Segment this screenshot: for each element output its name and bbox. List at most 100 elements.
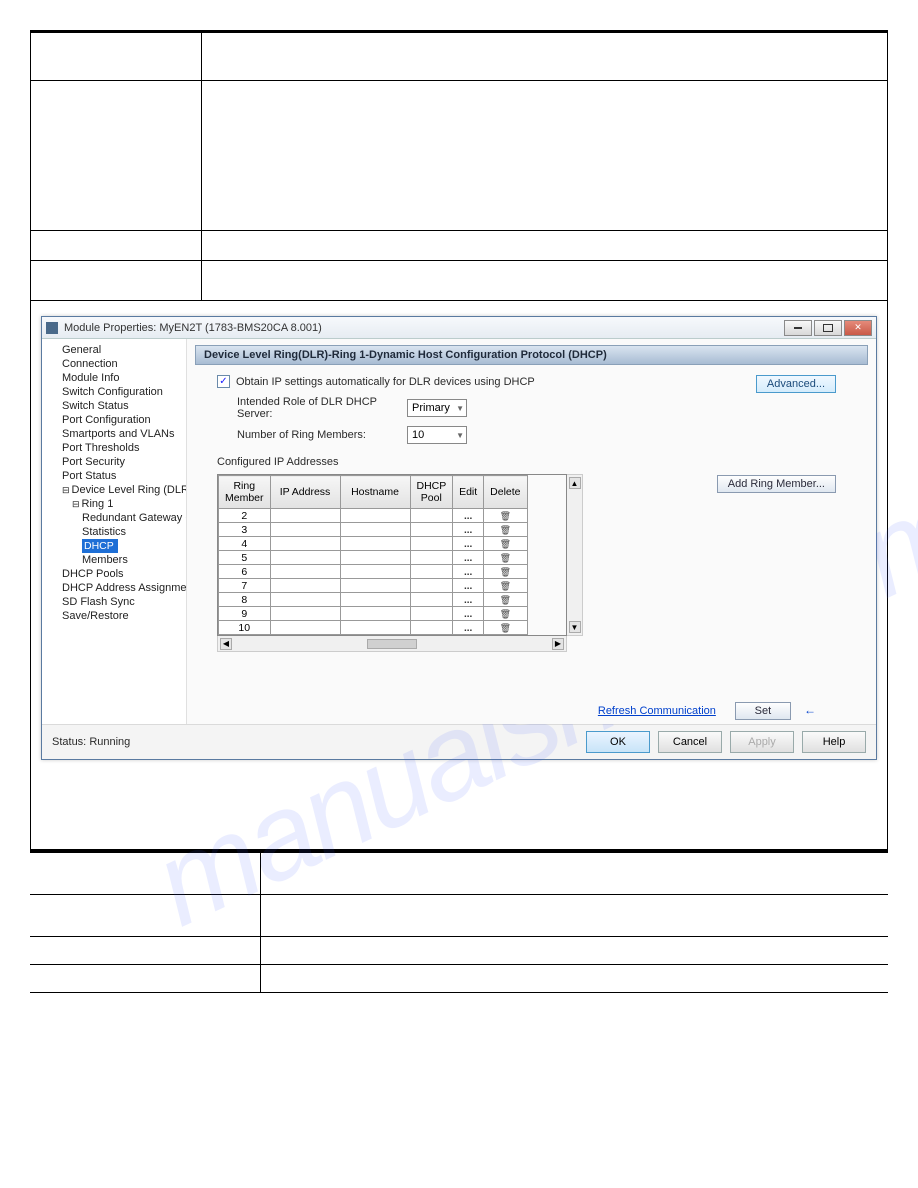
advanced-button[interactable]: Advanced... bbox=[756, 375, 836, 393]
maximize-button[interactable] bbox=[814, 320, 842, 336]
edit-icon[interactable] bbox=[464, 510, 472, 522]
table-row[interactable]: 4 bbox=[219, 537, 528, 551]
intended-role-combo[interactable]: Primary ▼ bbox=[407, 399, 467, 417]
trash-icon[interactable] bbox=[500, 566, 511, 578]
empty-cell[interactable] bbox=[410, 621, 453, 635]
empty-cell[interactable] bbox=[410, 537, 453, 551]
tree-node-save-restore[interactable]: Save/Restore bbox=[46, 609, 186, 623]
expander-icon[interactable]: ⊟ bbox=[72, 499, 80, 509]
empty-cell[interactable] bbox=[340, 621, 410, 635]
add-ring-member-button[interactable]: Add Ring Member... bbox=[717, 475, 836, 493]
tree-node-port-security[interactable]: Port Security bbox=[46, 455, 186, 469]
empty-cell[interactable] bbox=[340, 551, 410, 565]
tree-node-device-level-ring-dlr-[interactable]: ⊟Device Level Ring (DLR) bbox=[46, 483, 186, 497]
tree-node-general[interactable]: General bbox=[46, 343, 186, 357]
tree-node-statistics[interactable]: Statistics bbox=[46, 525, 186, 539]
tree-node-module-info[interactable]: Module Info bbox=[46, 371, 186, 385]
edit-icon[interactable] bbox=[464, 552, 472, 564]
empty-cell[interactable] bbox=[270, 523, 340, 537]
edit-icon[interactable] bbox=[464, 524, 472, 536]
ok-button[interactable]: OK bbox=[586, 731, 650, 753]
trash-icon[interactable] bbox=[500, 622, 511, 634]
table-row[interactable]: 10 bbox=[219, 621, 528, 635]
empty-cell[interactable] bbox=[270, 537, 340, 551]
empty-cell[interactable] bbox=[410, 565, 453, 579]
grid-hscroll[interactable]: ◀▶ bbox=[217, 636, 567, 652]
trash-icon[interactable] bbox=[500, 552, 511, 564]
close-button[interactable] bbox=[844, 320, 872, 336]
empty-cell[interactable] bbox=[270, 565, 340, 579]
table-row[interactable]: 5 bbox=[219, 551, 528, 565]
tree-node-switch-status[interactable]: Switch Status bbox=[46, 399, 186, 413]
trash-icon[interactable] bbox=[500, 524, 511, 536]
empty-cell[interactable] bbox=[270, 607, 340, 621]
tree-node-port-configuration[interactable]: Port Configuration bbox=[46, 413, 186, 427]
col-ip-address[interactable]: IP Address bbox=[270, 476, 340, 509]
col-dhcp-pool[interactable]: DHCP Pool bbox=[410, 476, 453, 509]
set-button[interactable]: Set bbox=[735, 702, 791, 720]
edit-icon[interactable] bbox=[464, 580, 472, 592]
ip-grid[interactable]: Ring MemberIP AddressHostnameDHCP PoolEd… bbox=[217, 474, 567, 636]
cancel-button[interactable]: Cancel bbox=[658, 731, 722, 753]
num-members-combo[interactable]: 10 ▼ bbox=[407, 426, 467, 444]
edit-icon[interactable] bbox=[464, 622, 472, 634]
empty-cell[interactable] bbox=[340, 607, 410, 621]
table-row[interactable]: 6 bbox=[219, 565, 528, 579]
empty-cell[interactable] bbox=[270, 509, 340, 523]
empty-cell[interactable] bbox=[410, 593, 453, 607]
tree-node-sd-flash-sync[interactable]: SD Flash Sync bbox=[46, 595, 186, 609]
table-row[interactable]: 8 bbox=[219, 593, 528, 607]
col-ring-member[interactable]: Ring Member bbox=[219, 476, 271, 509]
nav-tree[interactable]: GeneralConnectionModule InfoSwitch Confi… bbox=[42, 339, 187, 724]
col-delete[interactable]: Delete bbox=[484, 476, 527, 509]
empty-cell[interactable] bbox=[270, 579, 340, 593]
tree-node-port-status[interactable]: Port Status bbox=[46, 469, 186, 483]
empty-cell[interactable] bbox=[340, 509, 410, 523]
edit-icon[interactable] bbox=[464, 566, 472, 578]
expander-icon[interactable]: ⊟ bbox=[62, 485, 70, 495]
apply-button[interactable]: Apply bbox=[730, 731, 794, 753]
table-row[interactable]: 3 bbox=[219, 523, 528, 537]
tree-node-dhcp-address-assignment[interactable]: DHCP Address Assignment bbox=[46, 581, 186, 595]
empty-cell[interactable] bbox=[270, 593, 340, 607]
trash-icon[interactable] bbox=[500, 580, 511, 592]
tree-node-redundant-gateway-c[interactable]: Redundant Gateway C bbox=[46, 511, 186, 525]
empty-cell[interactable] bbox=[340, 565, 410, 579]
grid-vscroll[interactable]: ▲▼ bbox=[567, 474, 583, 636]
empty-cell[interactable] bbox=[410, 607, 453, 621]
trash-icon[interactable] bbox=[500, 538, 511, 550]
empty-cell[interactable] bbox=[340, 593, 410, 607]
tree-node-ring-1[interactable]: ⊟Ring 1 bbox=[46, 497, 186, 511]
obtain-ip-checkbox[interactable]: ✓ bbox=[217, 375, 230, 388]
tree-node-members[interactable]: Members bbox=[46, 553, 186, 567]
table-row[interactable]: 9 bbox=[219, 607, 528, 621]
empty-cell[interactable] bbox=[340, 579, 410, 593]
help-button[interactable]: Help bbox=[802, 731, 866, 753]
col-hostname[interactable]: Hostname bbox=[340, 476, 410, 509]
trash-icon[interactable] bbox=[500, 510, 511, 522]
table-row[interactable]: 2 bbox=[219, 509, 528, 523]
trash-icon[interactable] bbox=[500, 594, 511, 606]
minimize-button[interactable] bbox=[784, 320, 812, 336]
tree-node-switch-configuration[interactable]: Switch Configuration bbox=[46, 385, 186, 399]
empty-cell[interactable] bbox=[410, 509, 453, 523]
tree-node-port-thresholds[interactable]: Port Thresholds bbox=[46, 441, 186, 455]
tree-node-dhcp-pools[interactable]: DHCP Pools bbox=[46, 567, 186, 581]
tree-node-smartports-and-vlans[interactable]: Smartports and VLANs bbox=[46, 427, 186, 441]
empty-cell[interactable] bbox=[410, 579, 453, 593]
edit-icon[interactable] bbox=[464, 608, 472, 620]
col-edit[interactable]: Edit bbox=[453, 476, 484, 509]
empty-cell[interactable] bbox=[340, 537, 410, 551]
refresh-communication-link[interactable]: Refresh Communication bbox=[598, 705, 716, 717]
empty-cell[interactable] bbox=[410, 523, 453, 537]
empty-cell[interactable] bbox=[270, 621, 340, 635]
trash-icon[interactable] bbox=[500, 608, 511, 620]
edit-icon[interactable] bbox=[464, 594, 472, 606]
table-row[interactable]: 7 bbox=[219, 579, 528, 593]
edit-icon[interactable] bbox=[464, 538, 472, 550]
empty-cell[interactable] bbox=[270, 551, 340, 565]
empty-cell[interactable] bbox=[410, 551, 453, 565]
tree-node-connection[interactable]: Connection bbox=[46, 357, 186, 371]
tree-node-dhcp[interactable]: DHCP bbox=[82, 539, 118, 553]
empty-cell[interactable] bbox=[340, 523, 410, 537]
